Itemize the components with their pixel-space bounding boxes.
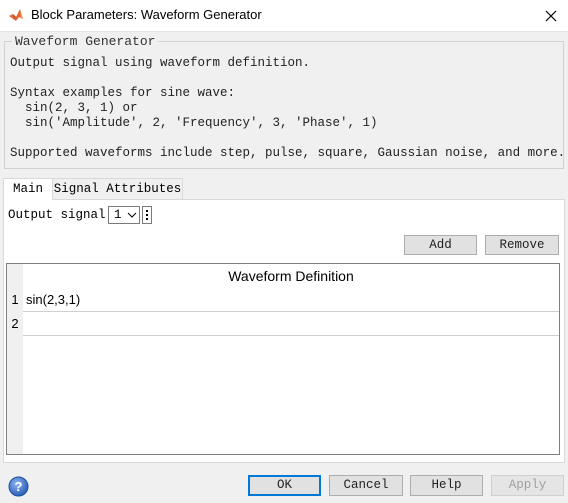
group-legend: Waveform Generator: [12, 34, 159, 49]
output-signal-select[interactable]: 1: [108, 206, 140, 224]
cell-text: sin(2,3,1): [26, 292, 81, 307]
ok-button[interactable]: OK: [248, 475, 321, 496]
close-button[interactable]: [538, 4, 564, 27]
svg-text:?: ?: [15, 479, 23, 494]
kebab-dot: [146, 210, 148, 212]
title-bar: Block Parameters: Waveform Generator: [0, 0, 568, 32]
apply-button[interactable]: Apply: [491, 475, 564, 496]
kebab-dot: [146, 214, 148, 216]
row-number: 1: [11, 292, 19, 307]
help-button[interactable]: Help: [410, 475, 483, 496]
cancel-button[interactable]: Cancel: [329, 475, 403, 496]
close-icon: [545, 10, 557, 21]
tab-signal-attributes[interactable]: Signal Attributes: [53, 178, 183, 199]
table-cell[interactable]: [23, 312, 559, 336]
add-button[interactable]: Add: [404, 235, 477, 255]
description-line-4: sin('Amplitude', 2, 'Frequency', 3, 'Pha…: [10, 116, 378, 130]
matlab-logo-icon: [9, 9, 23, 21]
question-mark-icon[interactable]: ?: [8, 476, 29, 497]
description-line-2: Syntax examples for sine wave:: [10, 86, 236, 100]
remove-button[interactable]: Remove: [485, 235, 559, 255]
description-group: Waveform Generator Output signal using w…: [4, 34, 566, 169]
table-cell[interactable]: sin(2,3,1): [23, 288, 559, 312]
output-signal-menu-button[interactable]: [142, 206, 152, 224]
chevron-down-icon: [127, 212, 137, 218]
column-header-waveform-definition: Waveform Definition: [228, 268, 354, 284]
window-title: Block Parameters: Waveform Generator: [31, 7, 262, 22]
waveform-table: Waveform Definition 1 sin(2,3,1) 2: [6, 263, 560, 455]
description-line-5: Supported waveforms include step, pulse,…: [10, 146, 566, 160]
output-signal-label: Output signal:: [8, 208, 114, 222]
description-line-3: sin(2, 3, 1) or: [10, 101, 138, 115]
output-signal-value: 1: [114, 208, 122, 222]
row-number: 2: [11, 316, 19, 331]
main-tab-panel: Output signal: 1 Add Remove Waveform Def…: [3, 199, 565, 463]
kebab-dot: [146, 218, 148, 220]
description-line-1: Output signal using waveform definition.: [10, 56, 311, 70]
tab-main[interactable]: Main: [3, 178, 53, 200]
